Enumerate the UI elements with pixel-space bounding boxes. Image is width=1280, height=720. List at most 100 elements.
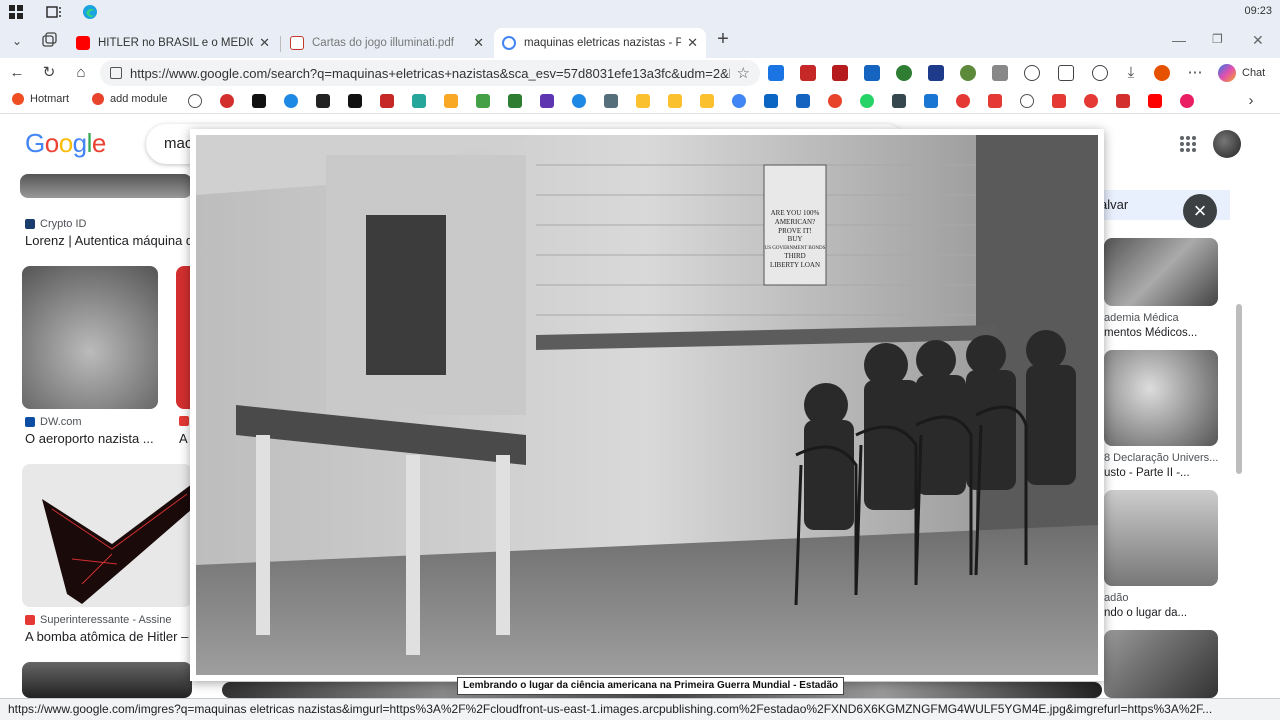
bookmark-icon[interactable] <box>380 94 394 108</box>
address-bar[interactable]: https://www.google.com/search?q=maquinas… <box>100 60 760 86</box>
back-arrow-icon[interactable]: ← <box>8 64 26 82</box>
account-avatar[interactable] <box>1213 130 1241 158</box>
bookmark-icon[interactable] <box>444 94 458 108</box>
bookmark-icon[interactable] <box>476 94 490 108</box>
globe-icon[interactable] <box>1020 94 1034 108</box>
related-source: ademia Médica <box>1104 312 1179 324</box>
related-title[interactable]: ndo o lugar da... <box>1104 607 1187 619</box>
extension-icon[interactable] <box>800 65 816 81</box>
extension-icon[interactable] <box>896 65 912 81</box>
lock-icon[interactable] <box>110 67 122 79</box>
refresh-icon[interactable]: ↻ <box>40 64 58 82</box>
result-title[interactable]: Lorenz | Autentica máquina d <box>25 233 192 248</box>
related-title[interactable]: usto - Parte II -... <box>1104 467 1190 479</box>
google-icon[interactable] <box>732 94 746 108</box>
more-bookmarks-chevron-icon[interactable]: › <box>1242 92 1260 110</box>
tab-actions-chevron-icon[interactable]: ⌄ <box>8 32 26 50</box>
result-title[interactable]: A bomba atômica de Hitler – <box>25 629 192 644</box>
extension-icon[interactable] <box>832 65 848 81</box>
bookmark-icon[interactable] <box>220 94 234 108</box>
home-icon[interactable]: ⌂ <box>72 64 90 82</box>
profile-avatar[interactable] <box>1154 65 1170 81</box>
drive-icon[interactable] <box>636 94 650 108</box>
linkedin-icon[interactable] <box>764 94 778 108</box>
site-favicon-icon <box>25 615 35 625</box>
poster-line: ARE YOU 100% <box>771 209 820 217</box>
close-tab-icon[interactable]: ✕ <box>259 35 270 51</box>
workspaces-icon[interactable] <box>40 32 58 50</box>
bookmark-icon[interactable] <box>540 94 554 108</box>
flame-icon[interactable] <box>828 94 842 108</box>
tab-google-search[interactable]: maquinas eletricas nazistas - Pesq ✕ <box>494 28 706 58</box>
close-tab-icon[interactable]: ✕ <box>473 35 484 51</box>
heart-icon[interactable] <box>1116 94 1130 108</box>
related-title[interactable]: mentos Médicos... <box>1104 327 1197 339</box>
bookmark-hotmart[interactable]: Hotmart <box>12 93 69 105</box>
bookmark-icon[interactable] <box>892 94 906 108</box>
image-preview[interactable]: ARE YOU 100% AMERICAN? PROVE IT! BUY US … <box>190 129 1104 681</box>
task-view-icon[interactable] <box>46 4 62 20</box>
bookmark-icon[interactable] <box>988 94 1002 108</box>
amazon-icon[interactable] <box>252 94 266 108</box>
extensions-puzzle-icon[interactable] <box>1024 65 1040 81</box>
google-logo[interactable]: Google <box>25 128 106 159</box>
favorites-icon[interactable] <box>1092 65 1108 81</box>
system-clock: 09:23 <box>1244 5 1272 17</box>
bookmark-icon[interactable] <box>284 94 298 108</box>
drive-icon[interactable] <box>700 94 714 108</box>
downloads-icon[interactable]: ⤓ <box>1122 64 1140 82</box>
url-text: https://www.google.com/search?q=maquinas… <box>130 65 730 81</box>
chat-label: Chat <box>1242 67 1266 79</box>
camera-icon[interactable] <box>992 65 1008 81</box>
related-thumbnail[interactable] <box>1104 630 1218 698</box>
side-panel-scrollbar[interactable] <box>1236 304 1242 474</box>
split-screen-icon[interactable] <box>1058 65 1074 81</box>
maximize-icon[interactable]: ❐ <box>1212 32 1223 46</box>
drive-icon[interactable] <box>668 94 682 108</box>
result-thumbnail[interactable] <box>22 464 192 607</box>
extension-icon[interactable] <box>928 65 944 81</box>
google-apps-icon[interactable] <box>1180 136 1196 152</box>
new-tab-plus-icon[interactable]: + <box>714 29 732 49</box>
youtube-icon[interactable] <box>1148 94 1162 108</box>
bookmark-icon[interactable] <box>1052 94 1066 108</box>
bookmark-icon[interactable] <box>1180 94 1194 108</box>
image-caption: Lembrando o lugar da ciência americana n… <box>457 677 845 695</box>
extension-icon[interactable] <box>768 65 784 81</box>
bookmark-icon[interactable] <box>956 94 970 108</box>
minimize-icon[interactable]: — <box>1172 32 1186 48</box>
related-thumbnail[interactable] <box>1104 238 1218 306</box>
tiktok-icon[interactable] <box>348 94 362 108</box>
bookmark-icon[interactable] <box>508 94 522 108</box>
close-window-icon[interactable]: ✕ <box>1252 32 1264 49</box>
bookmark-icon[interactable] <box>572 94 586 108</box>
bookmark-icon[interactable] <box>316 94 330 108</box>
bookmark-icon[interactable] <box>604 94 618 108</box>
more-menu-icon[interactable]: ⋯ <box>1186 64 1204 82</box>
copilot-chat-button[interactable]: Chat <box>1218 64 1265 82</box>
extension-icon[interactable] <box>864 65 880 81</box>
favorite-star-icon[interactable]: ☆ <box>737 64 750 82</box>
poster-line: THIRD <box>784 252 805 260</box>
related-thumbnail[interactable] <box>1104 490 1218 586</box>
edge-icon[interactable] <box>82 4 98 20</box>
result-thumbnail[interactable] <box>22 662 192 698</box>
result-thumbnail[interactable] <box>20 174 192 198</box>
result-title[interactable]: O aeroporto nazista ... <box>25 431 165 446</box>
bookmark-icon[interactable] <box>924 94 938 108</box>
whatsapp-icon[interactable] <box>860 94 874 108</box>
close-tab-icon[interactable]: ✕ <box>687 35 698 51</box>
tab-hitler-brasil[interactable]: HITLER no BRASIL e o MÉDICO do ✕ <box>68 28 278 58</box>
flame-icon <box>92 93 104 105</box>
related-thumbnail[interactable] <box>1104 350 1218 446</box>
bookmark-icon[interactable] <box>796 94 810 108</box>
bookmark-icon[interactable] <box>1084 94 1098 108</box>
tab-illuminati-pdf[interactable]: Cartas do jogo illuminati.pdf ✕ <box>282 28 492 58</box>
bookmark-icon[interactable] <box>412 94 426 108</box>
globe-icon[interactable] <box>188 94 202 108</box>
result-thumbnail[interactable] <box>22 266 158 409</box>
extension-icon[interactable] <box>960 65 976 81</box>
bookmark-add-module[interactable]: add module <box>92 93 168 105</box>
close-preview-icon[interactable]: × <box>1183 194 1217 228</box>
windows-start-icon[interactable] <box>8 4 24 20</box>
